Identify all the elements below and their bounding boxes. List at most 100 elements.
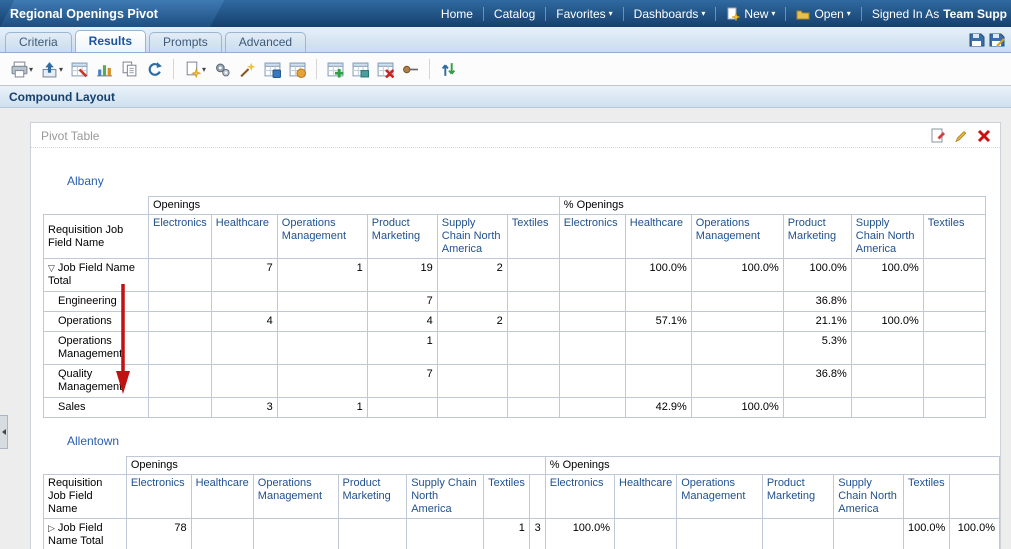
save-icon[interactable]: [969, 32, 985, 48]
obiee-analysis-page: { "topbar": { "title": "Regional Opening…: [0, 0, 1011, 549]
expand-collapse-icon[interactable]: ▷: [48, 523, 55, 533]
pivot-cell: 3: [210, 397, 278, 418]
nav-new[interactable]: New ▾: [716, 7, 785, 21]
nav-home[interactable]: Home: [431, 7, 483, 21]
pivot-cell: [406, 518, 485, 549]
pivot-cell: 21.1%: [782, 311, 852, 332]
row-label: Quality Management: [43, 364, 149, 398]
column-header: Product Marketing: [337, 474, 408, 519]
compound-layout-title: Compound Layout: [9, 90, 115, 104]
pivot-cell: [690, 364, 784, 398]
print-view-icon[interactable]: [930, 128, 946, 144]
pivot-cell: [922, 364, 986, 398]
column-header: Healthcare: [190, 474, 254, 519]
pivot-cell: [922, 258, 986, 292]
row-label: ▷ Job Field Name Total: [43, 518, 127, 549]
signed-in-text: Signed In As Team Supp: [871, 6, 1007, 21]
pivot-table: Openings% Openings Requisition Job Field …: [43, 456, 1000, 549]
section-link-albany[interactable]: Albany: [67, 174, 104, 188]
pivot-cell: [276, 311, 368, 332]
add-table-icon[interactable]: [324, 59, 347, 80]
pivot-cell: 4: [366, 311, 438, 332]
column-header: Product Marketing: [761, 474, 835, 519]
pivot-cell: [922, 311, 986, 332]
row-label: Sales: [43, 397, 149, 418]
pivot-cell: 57.1%: [624, 311, 692, 332]
pivot-cell: 100.0%: [624, 258, 692, 292]
row-label: Operations Management: [43, 331, 149, 365]
new-view-icon[interactable]: ▾: [181, 59, 209, 80]
pivot-cell: [190, 518, 254, 549]
conditional-format-icon[interactable]: [286, 59, 309, 80]
nav-favorites[interactable]: Favorites ▾: [546, 7, 622, 21]
pivot-cell: 100.0%: [544, 518, 616, 549]
edit-table-icon[interactable]: [349, 59, 372, 80]
pivot-cell: [276, 364, 368, 398]
edit-analysis-icon[interactable]: [68, 59, 91, 80]
pivot-cell: [558, 258, 626, 292]
export-icon[interactable]: ▾: [38, 59, 66, 80]
pivot-cell: 100.0%: [690, 397, 784, 418]
column-header: Healthcare: [210, 214, 278, 259]
tab-bar: Criteria Results Prompts Advanced: [0, 27, 1011, 53]
tab-actions: [969, 32, 1011, 52]
pivot-cell: [148, 397, 212, 418]
column-header: Electronics: [558, 214, 626, 259]
column-header: Operations Management: [676, 474, 763, 519]
view-header: Pivot Table: [31, 123, 1000, 148]
pivot-cell: [624, 331, 692, 365]
remove-view-icon[interactable]: [976, 128, 992, 144]
pivot-cell: [436, 397, 508, 418]
pivot-cell: [782, 397, 852, 418]
view-properties-icon[interactable]: [211, 59, 234, 80]
user-name: Team Supp: [943, 6, 1007, 21]
column-header: Supply Chain North America: [436, 214, 508, 259]
column-header: Operations Management: [276, 214, 368, 259]
toolbar-divider: [429, 59, 431, 79]
pane-collapse-handle[interactable]: [0, 415, 8, 449]
pivot-cell: [210, 291, 278, 312]
tab-results[interactable]: Results: [74, 30, 147, 52]
top-header-bar: Regional Openings Pivot Home Catalog Fav…: [0, 0, 1011, 27]
pivot-cell: [436, 291, 508, 312]
column-header: Supply Chain North America: [833, 474, 904, 519]
compound-layout-bar: Compound Layout: [0, 86, 1011, 108]
pivot-cell: [690, 311, 784, 332]
expand-collapse-icon[interactable]: ▽: [48, 263, 55, 273]
column-header: Electronics: [125, 474, 192, 519]
copy-icon[interactable]: [118, 59, 141, 80]
edit-view-icon[interactable]: [953, 128, 969, 144]
column-header: Textiles: [902, 474, 951, 519]
tab-prompts[interactable]: Prompts: [149, 32, 222, 52]
pivot-cell: [850, 397, 924, 418]
calculated-item-icon[interactable]: [261, 59, 284, 80]
pivot-cell: [558, 291, 626, 312]
column-header: Product Marketing: [366, 214, 438, 259]
chart-view-icon[interactable]: [93, 59, 116, 80]
pin-icon[interactable]: [399, 59, 422, 80]
column-header: Textiles: [506, 214, 560, 259]
pivot-cell: 7: [366, 364, 438, 398]
print-icon[interactable]: ▾: [8, 59, 36, 80]
column-header: Operations Management: [252, 474, 339, 519]
nav-catalog[interactable]: Catalog: [484, 7, 545, 21]
sort-icon[interactable]: [437, 59, 460, 80]
format-wizard-icon[interactable]: [236, 59, 259, 80]
table-row: Quality Management 7 36.8%: [43, 364, 986, 398]
column-header: Electronics: [148, 214, 212, 259]
view-title: Pivot Table: [41, 129, 100, 143]
pivot-cell: 36.8%: [782, 364, 852, 398]
content-area: Pivot Table Albany Openings% Openings Req…: [0, 108, 1011, 549]
save-as-icon[interactable]: [989, 32, 1005, 48]
refresh-icon[interactable]: [143, 59, 166, 80]
remove-table-icon[interactable]: [374, 59, 397, 80]
nav-dashboards[interactable]: Dashboards ▾: [624, 7, 716, 21]
column-header: Supply Chain North America: [406, 474, 485, 519]
nav-open[interactable]: Open ▾: [786, 7, 860, 21]
column-header: [528, 474, 546, 519]
pivot-cell: [850, 291, 924, 312]
pivot-cell: 100.0%: [902, 518, 951, 549]
tab-criteria[interactable]: Criteria: [5, 32, 72, 52]
tab-advanced[interactable]: Advanced: [224, 32, 307, 52]
section-link-allentown[interactable]: Allentown: [67, 434, 119, 448]
